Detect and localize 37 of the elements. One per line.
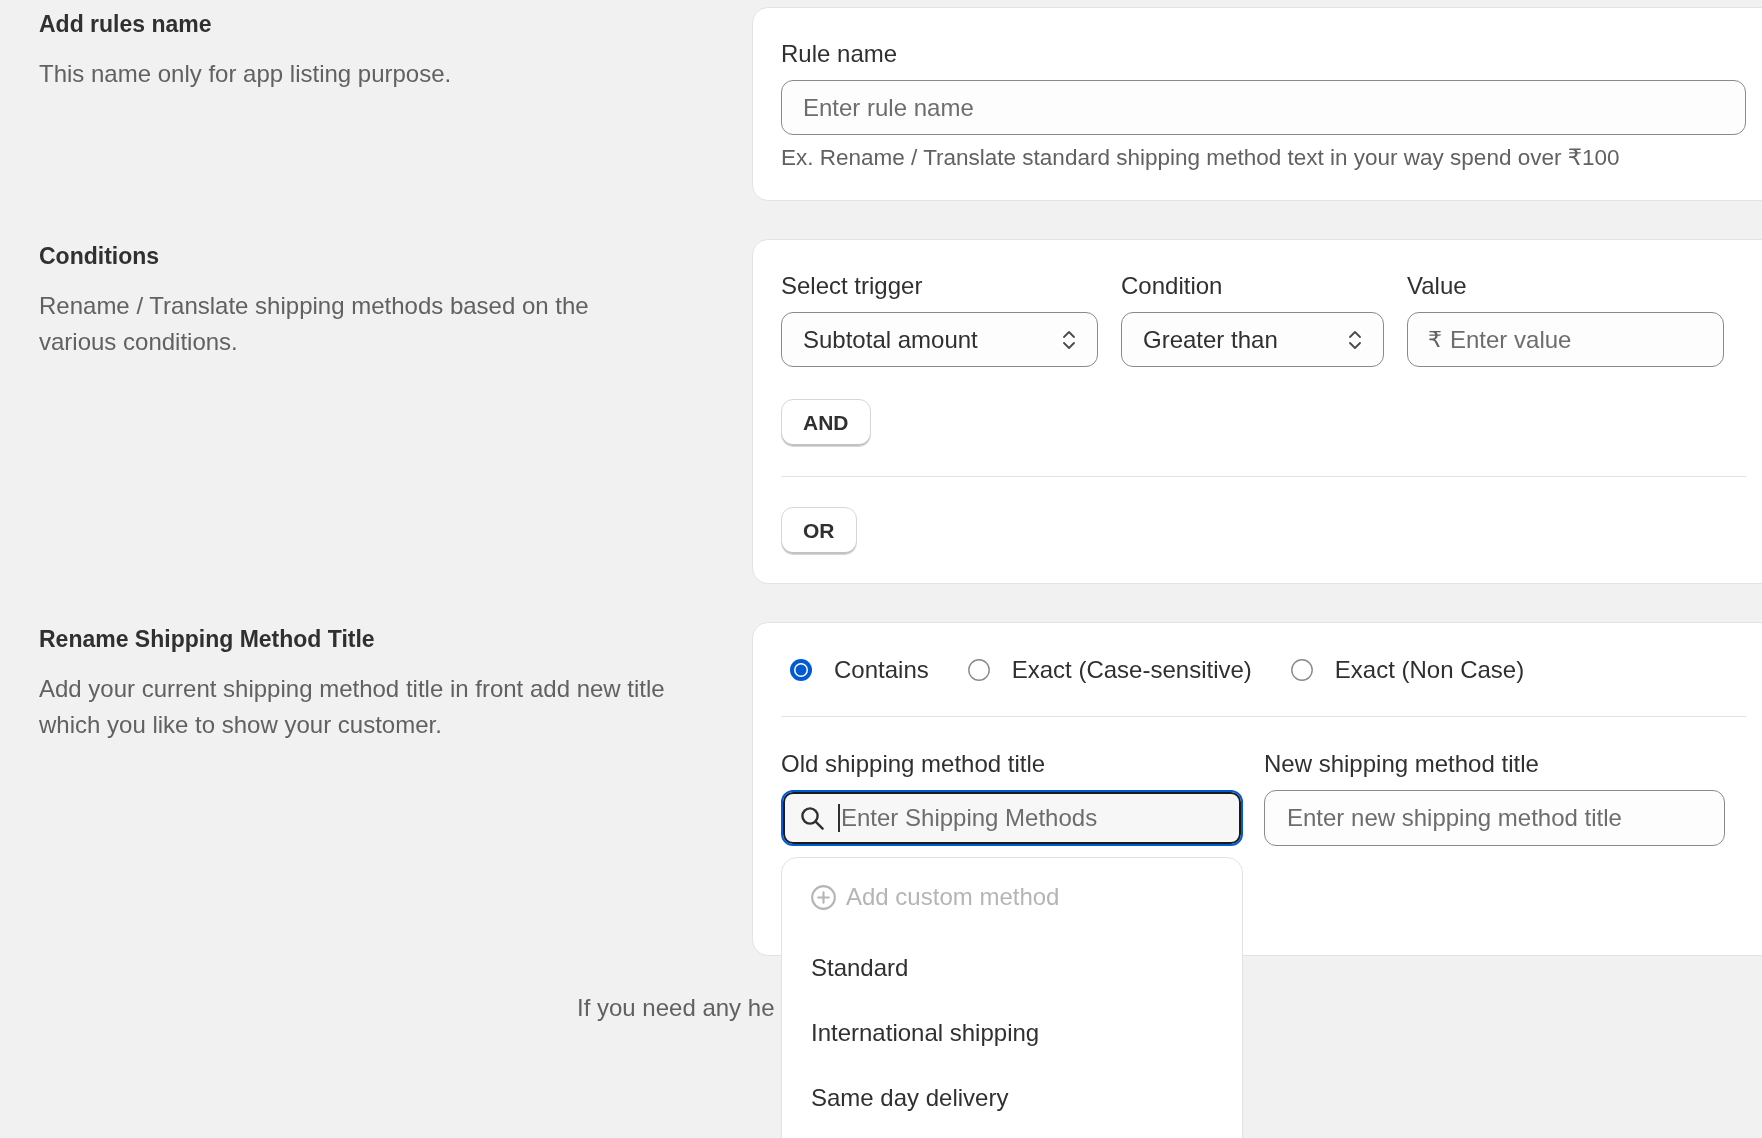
- section-description: Add your current shipping method title in front add new title which you like to show your customer.: [39, 674, 666, 740]
- field-label: Rule name: [781, 40, 899, 68]
- radio-label: Exact (Case-sensitive): [1011, 655, 1252, 685]
- chevron-up-down-icon: [1349, 329, 1361, 350]
- section-title: Conditions: [39, 242, 161, 271]
- field-label: New shipping method title: [1264, 750, 1540, 778]
- radio-label: Contains: [834, 655, 929, 685]
- help-text: If you need any he: [577, 994, 775, 1021]
- search-icon: [800, 806, 824, 830]
- field-label: Condition: [1121, 272, 1224, 300]
- condition-select[interactable]: Greater than: [1121, 312, 1384, 367]
- help-text: Ex. Rename / Translate standard shipping method text in your way spend over ₹100: [781, 144, 1621, 172]
- section-title: Add rules name: [39, 10, 213, 39]
- chevron-up-down-icon: [1063, 329, 1075, 350]
- field-label: Old shipping method title: [781, 750, 1047, 778]
- value-field[interactable]: ₹ Enter value: [1407, 312, 1724, 367]
- dropdown-option[interactable]: Same day delivery: [782, 1065, 1242, 1130]
- field-label: Value: [1407, 272, 1468, 300]
- radio-button[interactable]: [790, 659, 812, 681]
- text-cursor-icon: [838, 804, 840, 832]
- section-description: This name only for app listing purpose.: [39, 59, 453, 89]
- field-label: Select trigger: [781, 272, 924, 300]
- rule-name-input[interactable]: Enter rule name: [781, 80, 1746, 135]
- section-description: Rename / Translate shipping methods based on the various conditions.: [39, 291, 590, 357]
- currency-symbol: ₹: [1428, 325, 1442, 354]
- radio-button[interactable]: [967, 659, 990, 681]
- dropdown-option[interactable]: Standard: [782, 935, 1242, 1000]
- trigger-select[interactable]: Subtotal amount: [781, 312, 1098, 367]
- or-button[interactable]: OR: [781, 507, 857, 555]
- search-field[interactable]: Enter Shipping Methods: [781, 790, 1243, 846]
- and-button[interactable]: AND: [781, 399, 871, 447]
- radio-button[interactable]: [1290, 659, 1313, 681]
- radio-label: Exact (Non Case): [1334, 655, 1525, 685]
- section-title: Rename Shipping Method Title: [39, 625, 376, 654]
- dropdown-option[interactable]: International shipping: [782, 1000, 1242, 1065]
- new-title-input[interactable]: Enter new shipping method title: [1264, 790, 1725, 846]
- plus-circle-icon: [811, 884, 836, 910]
